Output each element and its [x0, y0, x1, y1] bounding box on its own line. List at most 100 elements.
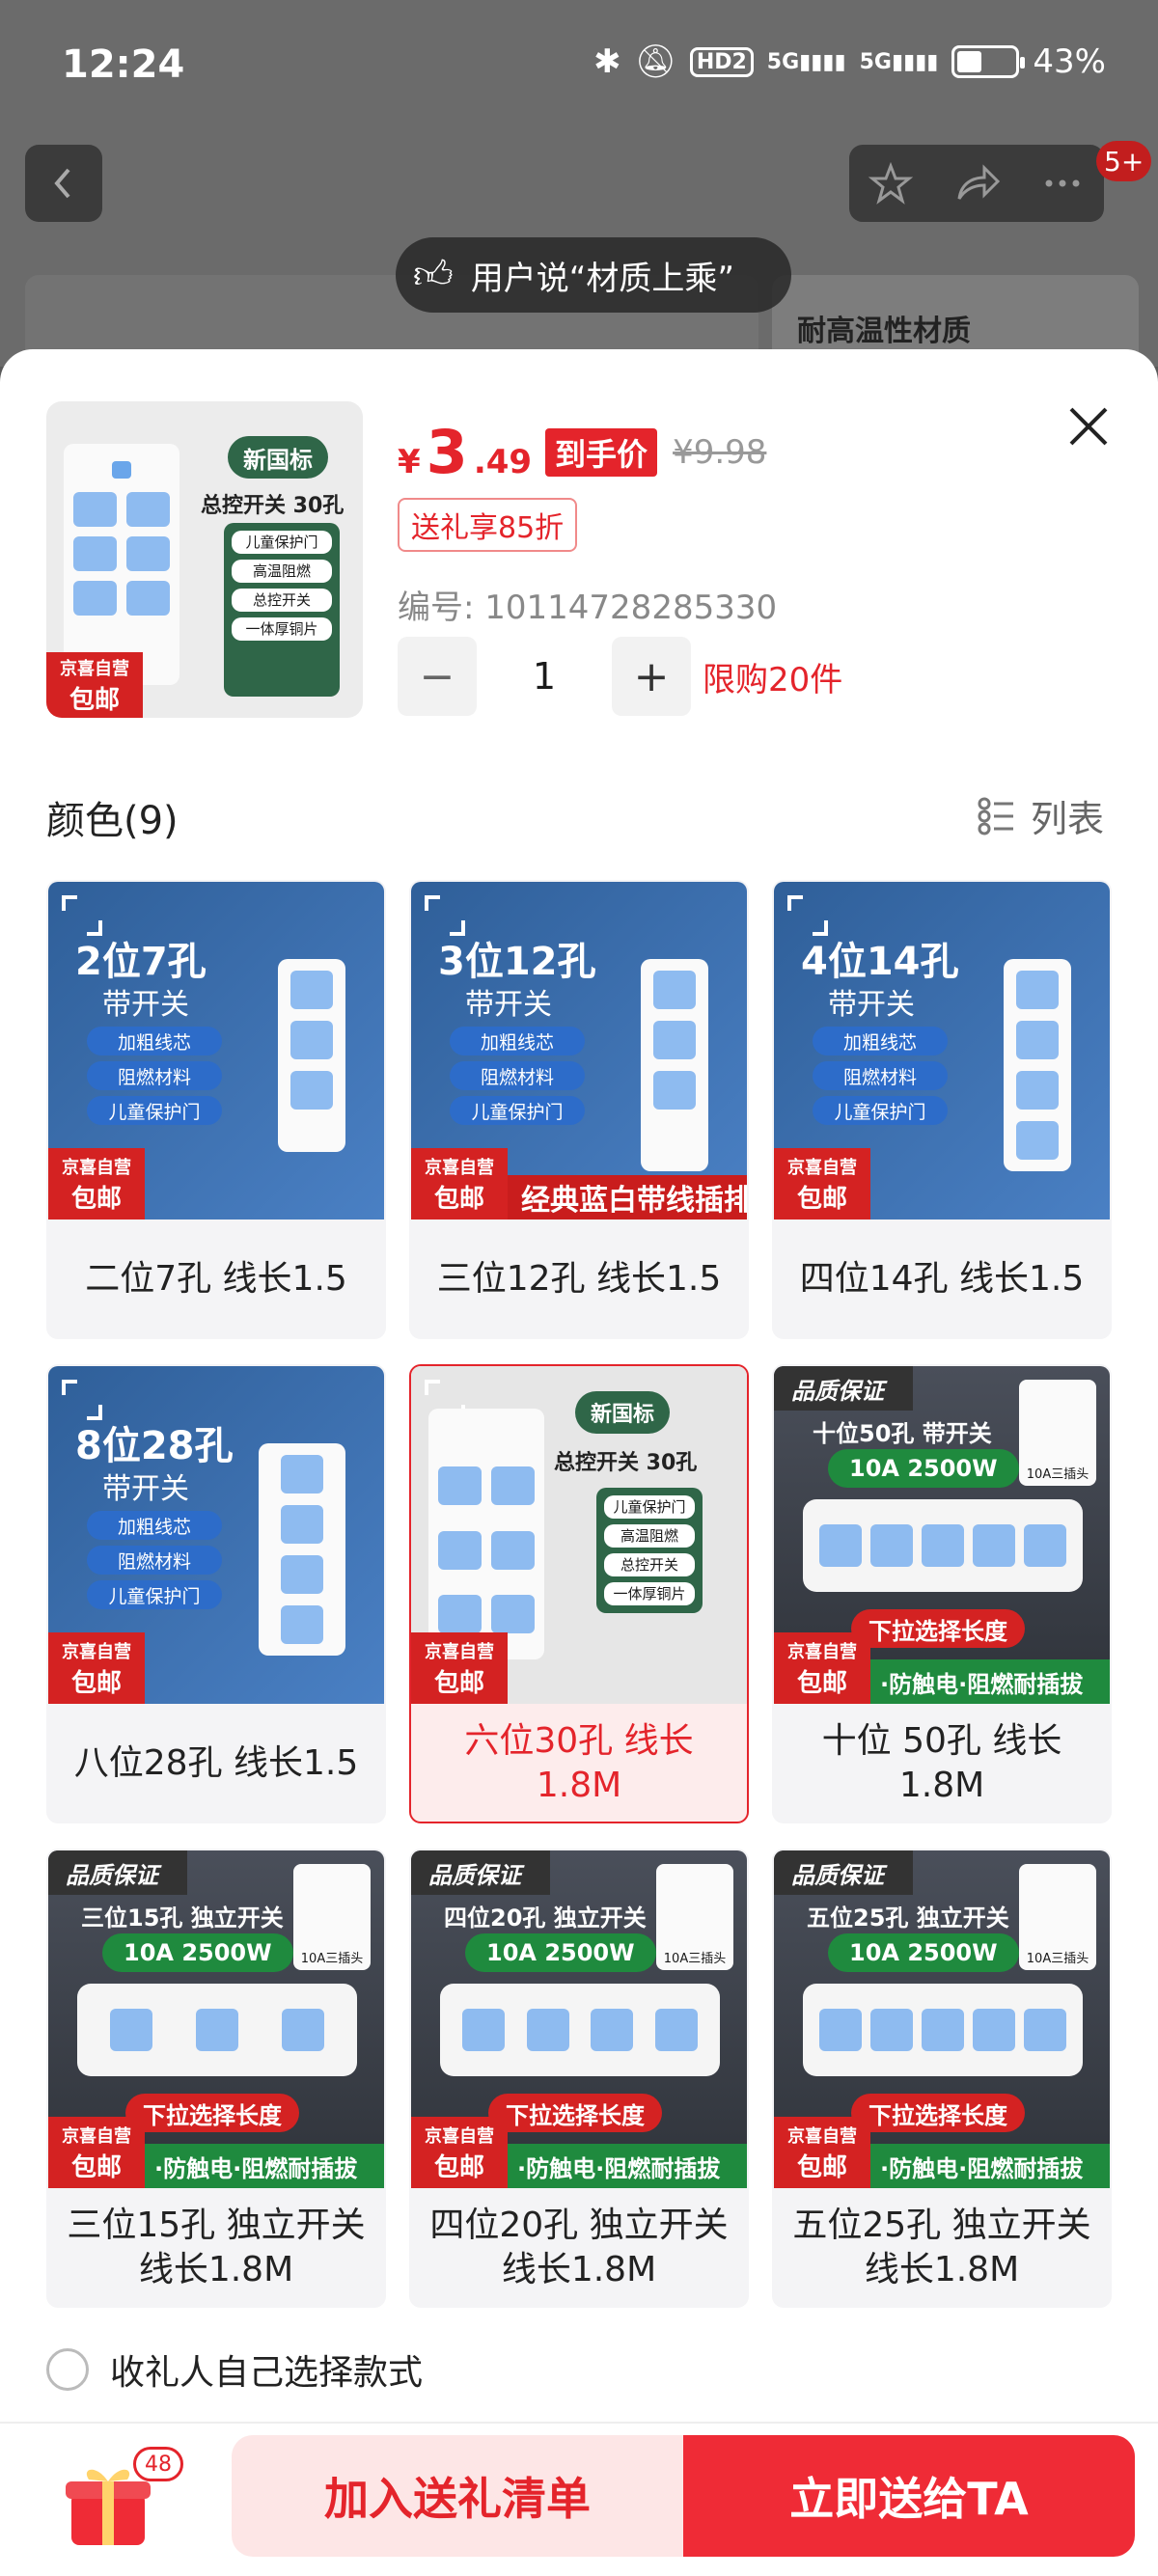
- jd-self-badge: 京喜自营 包邮: [48, 2117, 145, 2188]
- color-section-title: 颜色(9): [46, 799, 179, 843]
- variant-image: 品质保证 十位50孔 带开关 10A 2500W 10A三插头 下拉选择长度 京…: [774, 1366, 1110, 1704]
- message-badge: 5+: [1096, 141, 1152, 181]
- hd-icon: HD2: [689, 46, 754, 77]
- signal-1-icon: 5G▮▮▮▮: [766, 49, 846, 74]
- status-icons: ✱ 🔕︎ HD2 5G▮▮▮▮ 5G▮▮▮▮ 43%: [593, 42, 1106, 81]
- close-icon[interactable]: [1060, 397, 1117, 455]
- gift-discount-chip: 送礼享85折: [398, 498, 578, 552]
- variant-card[interactable]: 3位12孔 带开关 加粗线芯 阻燃材料 儿童保护门 京喜自营 包邮 经典蓝白带线插…: [409, 880, 749, 1339]
- quantity-stepper: − 1 + 限购20件: [398, 637, 842, 716]
- jd-self-badge: 京喜自营 包邮: [411, 1632, 508, 1704]
- price-integer: 3: [426, 417, 468, 487]
- jd-self-badge: 京喜自营 包邮: [774, 1148, 870, 1219]
- variant-label: 八位28孔 线长1.5: [73, 1743, 359, 1783]
- status-bar: 12:24 ✱ 🔕︎ HD2 5G▮▮▮▮ 5G▮▮▮▮ 43%: [0, 0, 1158, 135]
- price-row: ¥ 3 .49 到手价 ¥9.98: [398, 417, 766, 487]
- variant-label: 四位14孔 线长1.5: [799, 1259, 1085, 1299]
- add-to-gift-list-button[interactable]: 加入送礼清单: [232, 2435, 683, 2557]
- jd-self-badge: 京喜自营 包邮: [411, 2117, 508, 2188]
- variant-image: 8位28孔 带开关 加粗线芯 阻燃材料 儿童保护门 京喜自营 包邮: [48, 1366, 384, 1704]
- list-view-label: 列表: [1031, 798, 1105, 840]
- variant-card[interactable]: 品质保证 十位50孔 带开关 10A 2500W 10A三插头 下拉选择长度 京…: [772, 1364, 1112, 1823]
- variant-card[interactable]: 4位14孔 带开关 加粗线芯 阻燃材料 儿童保护门 京喜自营 包邮 四位14孔 线…: [772, 880, 1112, 1339]
- increase-button[interactable]: +: [612, 637, 691, 716]
- plug-image: 10A三插头: [293, 1864, 371, 1970]
- plug-image: 10A三插头: [656, 1864, 733, 1970]
- more-icon[interactable]: [1039, 160, 1086, 206]
- variant-image: 品质保证 三位15孔 独立开关 10A 2500W 10A三插头 下拉选择长度 …: [48, 1850, 384, 2188]
- jd-self-badge: 京喜自营 包邮: [48, 1632, 145, 1704]
- variant-card[interactable]: 品质保证 五位25孔 独立开关 10A 2500W 10A三插头 下拉选择长度 …: [772, 1849, 1112, 2308]
- signal-2-icon: 5G▮▮▮▮: [859, 49, 939, 74]
- jd-self-badge: 京喜自营 包邮: [411, 1148, 508, 1219]
- quality-badge: 品质保证: [774, 1850, 913, 1895]
- star-icon[interactable]: [868, 160, 914, 206]
- review-banner: 👍︎ 用户说“材质上乘”: [396, 237, 791, 313]
- variant-image-caption: 经典蓝白带线插排: [508, 1175, 747, 1219]
- price-symbol: ¥: [398, 443, 421, 481]
- divider: [0, 2422, 1158, 2424]
- back-button[interactable]: [25, 145, 102, 222]
- variant-image: 新国标 总控开关 30孔 儿童保护门 高温阻燃 总控开关 一体厚铜片 京喜自营包…: [411, 1366, 747, 1704]
- variant-card[interactable]: 8位28孔 带开关 加粗线芯 阻燃材料 儿童保护门 京喜自营 包邮 八位28孔 线…: [46, 1364, 386, 1823]
- plug-image: 10A三插头: [1019, 1380, 1096, 1486]
- product-thumbnail[interactable]: 新国标 总控开关 30孔 儿童保护门 高温阻燃 总控开关 一体厚铜片 京喜自营包…: [46, 401, 363, 718]
- list-view-toggle[interactable]: 列表: [977, 789, 1104, 842]
- battery-icon: [951, 45, 1026, 78]
- variant-label: 十位 50孔 线长1.8M: [821, 1721, 1062, 1805]
- variant-card[interactable]: 2位7孔 带开关 加粗线芯 阻燃材料 儿童保护门 京喜自营 包邮 二位7孔 线长1…: [46, 880, 386, 1339]
- thumb-feature-list: 儿童保护门 高温阻燃 总控开关 一体厚铜片: [224, 523, 340, 697]
- variant-image: 3位12孔 带开关 加粗线芯 阻燃材料 儿童保护门 京喜自营 包邮 经典蓝白带线插…: [411, 882, 747, 1219]
- quality-badge: 品质保证: [411, 1850, 550, 1895]
- jd-self-badge: 京喜自营 包邮: [48, 1148, 145, 1219]
- gift-count-badge: 48: [133, 2447, 183, 2481]
- variant-image: 品质保证 四位20孔 独立开关 10A 2500W 10A三插头 下拉选择长度 …: [411, 1850, 747, 2188]
- variant-label: 二位7孔 线长1.5: [85, 1259, 347, 1299]
- top-action-group: [849, 145, 1104, 222]
- sku-selector-sheet: 新国标 总控开关 30孔 儿童保护门 高温阻燃 总控开关 一体厚铜片 京喜自营包…: [0, 349, 1158, 2576]
- recipient-choose-label: 收礼人自己选择款式: [110, 2353, 424, 2393]
- chevron-left-icon: [54, 168, 70, 199]
- thumb-strip: [64, 444, 179, 685]
- quality-badge: 品质保证: [48, 1850, 187, 1895]
- mute-bell-icon: 🔕︎: [634, 42, 676, 81]
- variant-label: 四位20孔 独立开关 线长1.8M: [429, 2206, 729, 2289]
- variant-card-selected[interactable]: 新国标 总控开关 30孔 儿童保护门 高温阻燃 总控开关 一体厚铜片 京喜自营包…: [409, 1364, 749, 1823]
- jd-self-badge: 京喜自营 包邮: [774, 2117, 870, 2188]
- send-now-button[interactable]: 立即送给TA: [683, 2435, 1135, 2557]
- sku-number: 编号: 10114728285330: [398, 589, 778, 627]
- plug-image: 10A三插头: [1019, 1864, 1096, 1970]
- variant-label: 三位12孔 线长1.5: [436, 1259, 722, 1299]
- variant-image: 4位14孔 带开关 加粗线芯 阻燃材料 儿童保护门 京喜自营 包邮: [774, 882, 1110, 1219]
- final-price-tag: 到手价: [545, 427, 658, 477]
- price-decimal: .49: [473, 443, 533, 481]
- bluetooth-icon: ✱: [593, 42, 621, 81]
- variant-image: 2位7孔 带开关 加粗线芯 阻燃材料 儿童保护门 京喜自营 包邮: [48, 882, 384, 1219]
- variant-label: 六位30孔 线长1.8M: [464, 1721, 694, 1805]
- thumb-title: 总控开关 30孔: [201, 494, 345, 518]
- jd-self-badge: 京喜自营 包邮: [46, 652, 143, 718]
- status-time: 12:24: [62, 42, 185, 87]
- variant-grid: 2位7孔 带开关 加粗线芯 阻燃材料 儿童保护门 京喜自营 包邮 二位7孔 线长1…: [46, 880, 1112, 2308]
- variant-card[interactable]: 品质保证 四位20孔 独立开关 10A 2500W 10A三插头 下拉选择长度 …: [409, 1849, 749, 2308]
- purchase-limit: 限购20件: [703, 660, 843, 699]
- original-price: ¥9.98: [673, 432, 767, 472]
- battery-percent: 43%: [1033, 42, 1106, 81]
- action-buttons: 加入送礼清单 立即送给TA: [232, 2435, 1135, 2557]
- variant-label: 五位25孔 独立开关 线长1.8M: [792, 2206, 1091, 2289]
- variant-label: 三位15孔 独立开关 线长1.8M: [67, 2206, 366, 2289]
- list-icon: [978, 797, 1013, 835]
- banner-text: 用户说“材质上乘”: [470, 259, 735, 298]
- quantity-value[interactable]: 1: [477, 655, 612, 698]
- background-peek-text: 耐高温性材质: [797, 315, 971, 348]
- thumb-head: 新国标: [228, 436, 328, 479]
- variant-card[interactable]: 品质保证 三位15孔 独立开关 10A 2500W 10A三插头 下拉选择长度 …: [46, 1849, 386, 2308]
- thumbs-up-icon: 👍︎: [413, 253, 454, 297]
- variant-image: 品质保证 五位25孔 独立开关 10A 2500W 10A三插头 下拉选择长度 …: [774, 1850, 1110, 2188]
- recipient-choose-option[interactable]: 收礼人自己选择款式: [46, 2344, 423, 2395]
- decrease-button[interactable]: −: [398, 637, 477, 716]
- quality-badge: 品质保证: [774, 1366, 913, 1411]
- radio-button[interactable]: [46, 2348, 89, 2391]
- share-icon[interactable]: [951, 160, 1002, 206]
- jd-self-badge: 京喜自营 包邮: [774, 1632, 870, 1704]
